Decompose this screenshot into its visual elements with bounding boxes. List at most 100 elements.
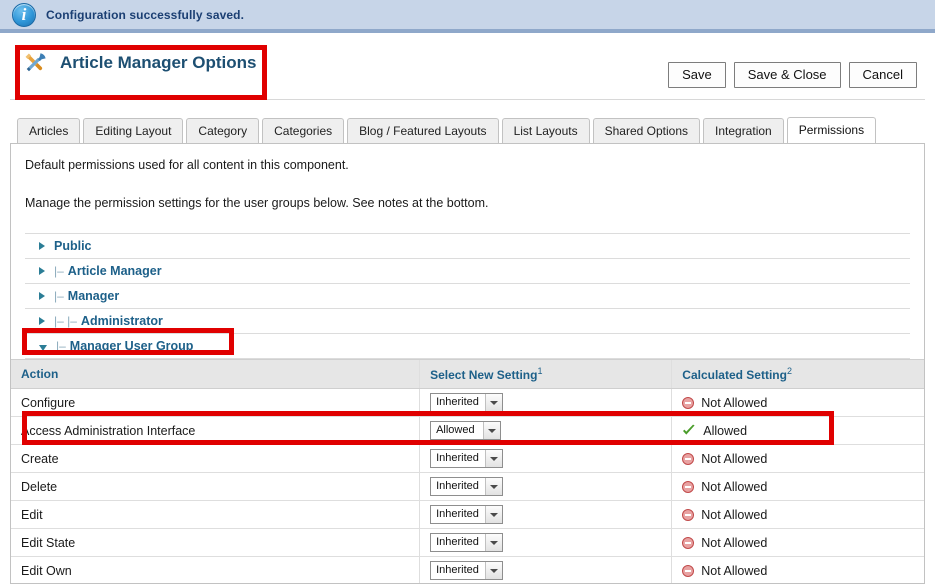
tab-category[interactable]: Category [186, 118, 260, 143]
table-row: Access Administration Interface Allowed [11, 416, 924, 445]
chevron-down-icon[interactable] [484, 394, 502, 411]
chevron-down-icon[interactable] [483, 422, 501, 439]
column-header-label: Select New Setting [430, 368, 538, 382]
group-row-manager-user-group[interactable]: |– Manager User Group [25, 334, 910, 359]
tab-categories[interactable]: Categories [262, 118, 345, 143]
chevron-right-icon [39, 267, 45, 275]
calculated-cell: Not Allowed [671, 500, 924, 529]
setting-select-value: Inherited [436, 564, 479, 576]
status-badge: Allowed [682, 424, 916, 438]
tab-bar: Articles Editing Layout Category Categor… [17, 117, 877, 143]
setting-cell: Inherited [419, 556, 672, 583]
group-label: Article Manager [67, 264, 162, 278]
status-message-banner: i Configuration successfully saved. [0, 0, 935, 33]
group-row-manager[interactable]: |– Manager [25, 284, 910, 309]
action-name: Edit Own [11, 556, 420, 583]
tab-permissions[interactable]: Permissions [786, 117, 877, 143]
setting-select-value: Inherited [436, 508, 479, 520]
calculated-value: Not Allowed [701, 451, 768, 466]
calculated-cell: Allowed [671, 416, 924, 445]
tree-indent-marker: |– [54, 264, 64, 278]
group-label: Administrator [80, 314, 163, 328]
page-root: i Configuration successfully saved. Arti… [0, 0, 935, 584]
tree-indent-marker: |– |– [54, 314, 77, 328]
setting-select[interactable]: Inherited [430, 533, 503, 552]
save-button[interactable]: Save [668, 62, 726, 88]
action-name: Delete [11, 472, 420, 501]
calculated-value: Allowed [703, 423, 748, 438]
calculated-cell: Not Allowed [671, 472, 924, 501]
calculated-value: Not Allowed [701, 535, 768, 550]
chevron-right-icon [39, 242, 45, 250]
info-icon: i [12, 2, 36, 27]
action-name: Create [11, 444, 420, 473]
column-header-label: Calculated Setting [682, 368, 787, 382]
page-header: Article Manager Options Save Save & Clos… [10, 44, 925, 100]
save-and-close-button[interactable]: Save & Close [733, 62, 841, 88]
panel-description-line1: Default permissions used for all content… [25, 158, 349, 172]
status-badge: Not Allowed [682, 508, 916, 522]
group-label: Manager [67, 289, 120, 303]
status-badge: Not Allowed [682, 536, 916, 550]
chevron-down-icon[interactable] [484, 450, 502, 467]
page-title-group: Article Manager Options [22, 50, 256, 76]
calculated-value: Not Allowed [701, 395, 768, 410]
group-row-administrator[interactable]: |– |– Administrator [25, 309, 910, 334]
tab-list-layouts[interactable]: List Layouts [501, 118, 590, 143]
calculated-value: Not Allowed [701, 479, 768, 494]
group-label: Public [54, 239, 92, 253]
chevron-down-icon[interactable] [484, 478, 502, 495]
table-row: Edit Inherited Not Allowed [11, 500, 924, 529]
tab-shared-options[interactable]: Shared Options [592, 118, 700, 143]
column-header-action: Action [11, 359, 420, 389]
status-badge: Not Allowed [682, 564, 916, 578]
not-allowed-icon [682, 564, 695, 577]
chevron-down-icon[interactable] [484, 562, 502, 579]
setting-cell: Inherited [419, 388, 672, 417]
calculated-cell: Not Allowed [671, 388, 924, 417]
action-name: Edit [11, 500, 420, 529]
not-allowed-icon [682, 508, 695, 521]
status-badge: Not Allowed [682, 480, 916, 494]
action-name: Access Administration Interface [11, 416, 420, 445]
table-row: Edit Own Inherited Not Allowed [11, 556, 924, 583]
setting-cell: Inherited [419, 444, 672, 473]
setting-select[interactable]: Inherited [430, 393, 503, 412]
calculated-cell: Not Allowed [671, 556, 924, 583]
tools-icon [22, 50, 48, 76]
calculated-cell: Not Allowed [671, 528, 924, 557]
page-title: Article Manager Options [60, 53, 257, 72]
footnote-marker: 1 [537, 366, 543, 376]
tab-editing-layout[interactable]: Editing Layout [83, 118, 184, 143]
group-row-public[interactable]: Public [25, 234, 910, 259]
setting-select[interactable]: Inherited [430, 449, 503, 468]
setting-cell: Inherited [419, 472, 672, 501]
chevron-right-icon [39, 292, 45, 300]
setting-cell: Inherited [419, 500, 672, 529]
table-row: Edit State Inherited Not Allowed [11, 528, 924, 557]
setting-select[interactable]: Allowed [430, 421, 502, 440]
setting-select[interactable]: Inherited [430, 477, 503, 496]
panel-description-line2: Manage the permission settings for the u… [25, 196, 489, 210]
chevron-down-icon[interactable] [484, 506, 502, 523]
column-header-select-new-setting: Select New Setting1 [419, 359, 672, 389]
setting-select[interactable]: Inherited [430, 505, 503, 524]
setting-select[interactable]: Inherited [430, 561, 503, 580]
group-row-article-manager[interactable]: |– Article Manager [25, 259, 910, 284]
action-name: Edit State [11, 528, 420, 557]
not-allowed-icon [682, 452, 695, 465]
setting-cell: Inherited [419, 528, 672, 557]
chevron-down-icon[interactable] [484, 534, 502, 551]
status-message-text: Configuration successfully saved. [46, 7, 245, 22]
tree-indent-marker: |– [54, 289, 64, 303]
tab-blog-featured-layouts[interactable]: Blog / Featured Layouts [347, 118, 499, 143]
setting-select-value: Inherited [436, 396, 479, 408]
cancel-button[interactable]: Cancel [848, 62, 917, 88]
tab-articles[interactable]: Articles [17, 118, 81, 143]
table-row: Create Inherited Not Allowed [11, 444, 924, 473]
setting-select-value: Inherited [436, 480, 479, 492]
calculated-value: Not Allowed [701, 563, 768, 578]
setting-select-value: Allowed [436, 424, 475, 436]
tab-integration[interactable]: Integration [703, 118, 784, 143]
toolbar-buttons: Save Save & Close Cancel [668, 62, 917, 88]
